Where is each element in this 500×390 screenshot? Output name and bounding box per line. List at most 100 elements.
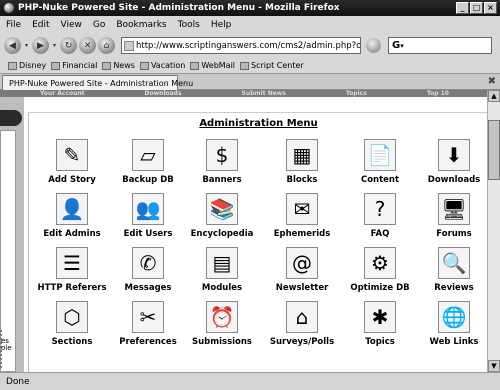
- folder-icon: [51, 61, 61, 70]
- banners-icon[interactable]: $: [206, 139, 238, 171]
- scroll-thumb[interactable]: [488, 120, 500, 180]
- close-tab-icon[interactable]: ✖: [488, 76, 496, 87]
- content-icon[interactable]: 📄: [364, 139, 396, 171]
- menu-edit[interactable]: Edit: [32, 20, 49, 30]
- admin-item-forums[interactable]: 🖥 Forums: [411, 193, 487, 239]
- search-engine-icon[interactable]: G: [392, 40, 400, 51]
- scroll-down-icon[interactable]: ▼: [488, 360, 500, 372]
- newsletter-icon[interactable]: @: [286, 247, 318, 279]
- optimize-db-icon[interactable]: ⚙: [364, 247, 396, 279]
- modules-icon[interactable]: ▤: [206, 247, 238, 279]
- back-dropdown-icon[interactable]: ▾: [23, 37, 30, 54]
- forums-icon[interactable]: 🖥: [438, 193, 470, 225]
- submissions-icon[interactable]: ⏰: [206, 301, 238, 333]
- menubar: File Edit View Go Bookmarks Tools Help: [0, 16, 500, 33]
- folder-icon: [139, 61, 149, 70]
- folder-icon: [240, 61, 250, 70]
- site-nav-downloads[interactable]: Downloads: [145, 90, 182, 97]
- reviews-icon[interactable]: 🔍: [438, 247, 470, 279]
- surveys-polls-icon[interactable]: ⌂: [286, 301, 318, 333]
- folder-icon: [8, 61, 17, 70]
- bookmark-script-center[interactable]: Script Center: [240, 61, 304, 70]
- topics-icon[interactable]: ✱: [364, 301, 396, 333]
- page-title: Administration Menu: [199, 118, 318, 129]
- edit-users-icon[interactable]: 👥: [132, 193, 164, 225]
- site-nav-topics[interactable]: Topics: [346, 90, 367, 97]
- site-nav-top10[interactable]: Top 10: [427, 90, 449, 97]
- menu-go[interactable]: Go: [93, 20, 105, 30]
- maximize-button[interactable]: □: [470, 2, 483, 14]
- bookmark-news[interactable]: News: [102, 61, 135, 70]
- reload-button[interactable]: ↻: [60, 37, 77, 54]
- admin-item-encyclopedia[interactable]: 📚 Encyclopedia: [179, 193, 265, 239]
- menu-help[interactable]: Help: [211, 20, 232, 30]
- navigation-toolbar: ◀ ▾ ▶ ▾ ↻ ✕ ⌂ http://www.scriptinganswer…: [0, 33, 500, 58]
- home-button[interactable]: ⌂: [98, 37, 115, 54]
- ephemerids-icon[interactable]: ✉: [286, 193, 318, 225]
- messages-icon[interactable]: ✆: [132, 247, 164, 279]
- admin-item-newsletter[interactable]: @ Newsletter: [259, 247, 345, 293]
- admin-item-surveys-polls[interactable]: ⌂ Surveys/Polls: [259, 301, 345, 347]
- bookmark-vacation[interactable]: Vacation: [139, 61, 185, 70]
- vertical-scrollbar[interactable]: ▲ ▼: [487, 90, 500, 372]
- admin-item-blocks[interactable]: ▦ Blocks: [259, 139, 345, 185]
- firefox-icon: [4, 3, 14, 13]
- preferences-icon[interactable]: ✂: [132, 301, 164, 333]
- window-title: PHP-Nuke Powered Site - Administration M…: [18, 3, 340, 13]
- menu-file[interactable]: File: [6, 20, 21, 30]
- admin-item-add-story[interactable]: ✎ Add Story: [29, 139, 115, 185]
- add-story-icon[interactable]: ✎: [56, 139, 88, 171]
- encyclopedia-icon[interactable]: 📚: [206, 193, 238, 225]
- admin-item-edit-admins[interactable]: 👤 Edit Admins: [29, 193, 115, 239]
- minimize-button[interactable]: _: [456, 2, 469, 14]
- admin-item-reviews[interactable]: 🔍 Reviews: [411, 247, 487, 293]
- admin-item-ephemerids[interactable]: ✉ Ephemerids: [259, 193, 345, 239]
- menu-view[interactable]: View: [61, 20, 82, 30]
- left-block-tab: [0, 110, 22, 126]
- menu-bookmarks[interactable]: Bookmarks: [116, 20, 166, 30]
- site-nav-submit-news[interactable]: Submit News: [242, 90, 286, 97]
- back-button[interactable]: ◀: [4, 37, 21, 54]
- admin-item-modules[interactable]: ▤ Modules: [179, 247, 265, 293]
- status-bar: Done: [0, 372, 500, 390]
- admin-item-banners[interactable]: $ Banners: [179, 139, 265, 185]
- url-text: http://www.scriptinganswers.com/cms2/adm…: [136, 40, 361, 51]
- bookmark-disney[interactable]: Disney: [8, 61, 46, 70]
- folder-icon: [102, 61, 112, 70]
- menu-tools[interactable]: Tools: [178, 20, 200, 30]
- page-content: Your Account Downloads Submit News Topic…: [0, 90, 487, 372]
- admin-item-sections[interactable]: ⬡ Sections: [29, 301, 115, 347]
- window-titlebar: PHP-Nuke Powered Site - Administration M…: [0, 0, 500, 16]
- webmail-icon: [190, 61, 200, 70]
- http-referers-icon[interactable]: ☰: [56, 247, 88, 279]
- status-text: Done: [6, 376, 30, 387]
- address-bar[interactable]: http://www.scriptinganswers.com/cms2/adm…: [121, 37, 361, 54]
- downloads-icon[interactable]: ⬇: [438, 139, 470, 171]
- tab-admin-menu[interactable]: PHP-Nuke Powered Site - Administration M…: [2, 75, 193, 90]
- site-nav-bar: Your Account Downloads Submit News Topic…: [0, 90, 487, 97]
- site-nav-your-account[interactable]: Your Account: [40, 90, 85, 97]
- left-block: [0, 130, 16, 372]
- close-window-button[interactable]: ×: [484, 2, 497, 14]
- admin-item-submissions[interactable]: ⏰ Submissions: [179, 301, 265, 347]
- bookmark-financial[interactable]: Financial: [51, 61, 97, 70]
- admin-item-downloads[interactable]: ⬇ Downloads: [411, 139, 487, 185]
- admin-panel: Administration Menu ✎ Add Story ▱ Backup D…: [28, 112, 487, 372]
- admin-item-http-referers[interactable]: ☰ HTTP Referers: [29, 247, 115, 293]
- forward-button[interactable]: ▶: [32, 37, 49, 54]
- bookmark-webmail[interactable]: WebMail: [190, 61, 235, 70]
- web-links-icon[interactable]: 🌐: [438, 301, 470, 333]
- scroll-up-icon[interactable]: ▲: [488, 90, 500, 102]
- forward-dropdown-icon[interactable]: ▾: [51, 37, 58, 54]
- faq-icon[interactable]: ?: [364, 193, 396, 225]
- blocks-icon[interactable]: ▦: [286, 139, 318, 171]
- edit-admins-icon[interactable]: 👤: [56, 193, 88, 225]
- bookmarks-toolbar: Disney Financial News Vacation WebMail S…: [0, 58, 500, 73]
- search-box[interactable]: G ▾: [388, 37, 492, 54]
- stop-button[interactable]: ✕: [79, 37, 96, 54]
- sections-icon[interactable]: ⬡: [56, 301, 88, 333]
- backup-db-icon[interactable]: ▱: [132, 139, 164, 171]
- admin-item-web-links[interactable]: 🌐 Web Links: [411, 301, 487, 347]
- go-button[interactable]: [366, 38, 381, 53]
- tab-bar: PHP-Nuke Powered Site - Administration M…: [0, 73, 500, 90]
